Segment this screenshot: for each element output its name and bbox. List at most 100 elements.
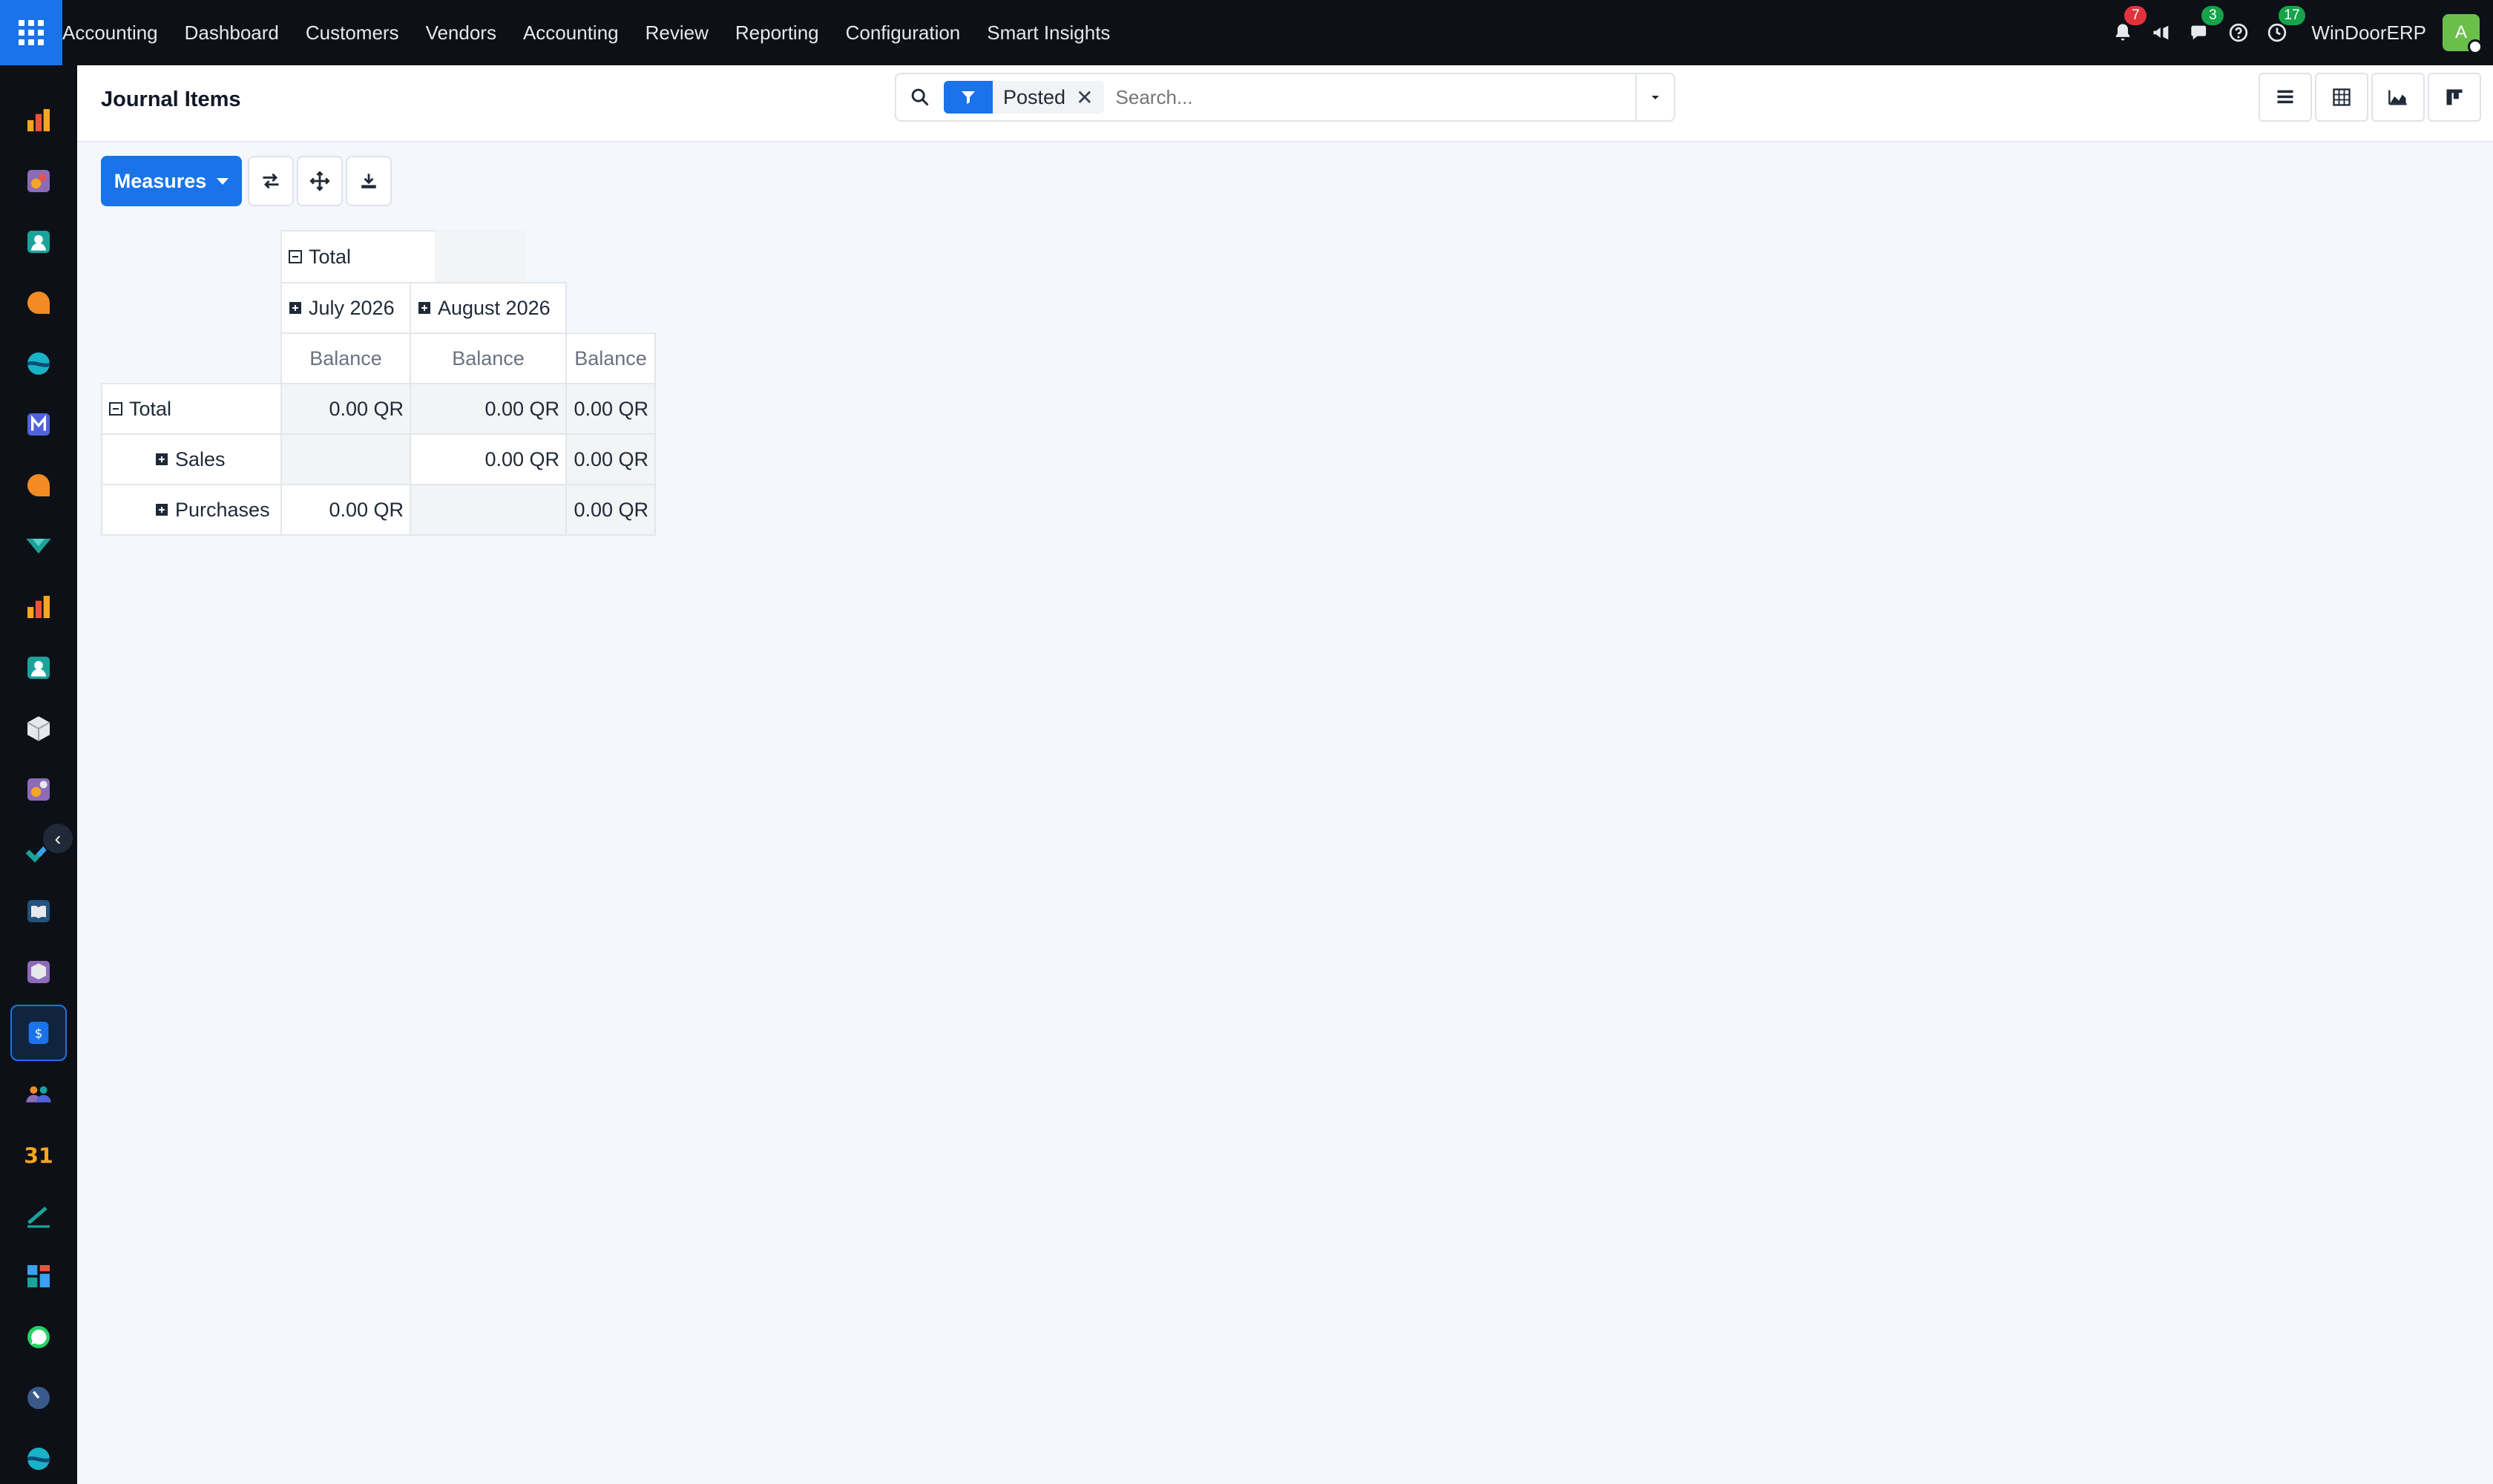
pivot-cell[interactable]: 0.00 QR	[280, 383, 411, 435]
sidebar-app-website[interactable]	[10, 335, 67, 392]
plus-square-icon	[418, 302, 430, 314]
activities-button[interactable]: 17	[2258, 0, 2305, 65]
measures-dropdown-button[interactable]: Measures	[101, 156, 242, 206]
menu-dashboard[interactable]: Dashboard	[171, 0, 292, 65]
pivot-cell[interactable]: 0.00 QR	[280, 484, 411, 536]
menu-app-name[interactable]: Accounting	[62, 0, 171, 65]
systray: 7 3 17 WinDoorERP A	[2103, 0, 2493, 65]
sidebar-app-purchase[interactable]	[10, 944, 67, 1000]
timesheet-icon	[27, 1387, 50, 1409]
accounting-icon: $	[28, 1022, 49, 1044]
sidebar-app-contacts[interactable]	[10, 214, 67, 270]
pivot-col-header-label: August 2026	[438, 296, 551, 319]
pivot-row-label: Purchases	[175, 498, 270, 521]
employees-icon	[27, 657, 50, 679]
main-menu: Accounting Dashboard Customers Vendors A…	[62, 0, 1123, 65]
company-switcher[interactable]: WinDoorERP	[2311, 22, 2426, 45]
pivot-row-header-sales[interactable]: Sales	[101, 433, 282, 485]
sidebar-app-email-marketing[interactable]	[10, 396, 67, 453]
spreadsheet-icon	[27, 1265, 50, 1287]
sidebar-app-inventory[interactable]	[10, 700, 67, 757]
announcements-button[interactable]	[2142, 0, 2181, 65]
pivot-cell-total[interactable]: 0.00 QR	[565, 383, 656, 435]
pivot-cell[interactable]: 0.00 QR	[410, 433, 567, 485]
menu-reporting[interactable]: Reporting	[722, 0, 832, 65]
livechat-icon	[27, 474, 50, 496]
sidebar-app-dashboard[interactable]	[10, 579, 67, 635]
kanban-view-button[interactable]	[2428, 73, 2481, 122]
minus-square-icon	[109, 402, 122, 416]
sidebar-app-livechat[interactable]	[10, 457, 67, 513]
reports-icon	[27, 109, 50, 131]
sales-icon	[27, 170, 50, 192]
menu-customers[interactable]: Customers	[292, 0, 413, 65]
pivot-view-button[interactable]	[2315, 73, 2368, 122]
pivot-row-header-purchases[interactable]: Purchases	[101, 484, 282, 536]
sidebar-app-website-2[interactable]	[10, 1431, 67, 1484]
sidebar-app-calendar[interactable]: 31	[10, 1126, 67, 1183]
pivot-cell-total[interactable]: 0.00 QR	[565, 484, 656, 536]
notifications-button[interactable]: 7	[2103, 0, 2147, 65]
search-button[interactable]	[896, 74, 944, 120]
sidebar-app-spreadsheet[interactable]	[10, 1248, 67, 1304]
sidebar-app-discuss[interactable]	[10, 275, 67, 331]
sidebar-app-sales[interactable]	[10, 153, 67, 209]
menu-smart-insights[interactable]: Smart Insights	[973, 0, 1123, 65]
pivot-cell[interactable]	[280, 433, 411, 485]
pivot-cell[interactable]: 0.00 QR	[410, 383, 567, 435]
app-sidebar: $ 31 ‹	[0, 65, 77, 1484]
menu-vendors[interactable]: Vendors	[413, 0, 510, 65]
pivot-col-header-july[interactable]: July 2026	[280, 282, 411, 334]
email-marketing-icon	[27, 413, 50, 436]
search-input[interactable]	[1103, 75, 1635, 119]
sidebar-app-manufacturing[interactable]	[10, 761, 67, 818]
minus-square-icon	[289, 250, 302, 263]
search-options-toggle[interactable]	[1635, 74, 1674, 120]
measures-label: Measures	[114, 169, 207, 192]
user-avatar[interactable]: A	[2443, 14, 2483, 54]
pivot-measure-header[interactable]: Balance	[565, 332, 656, 384]
sidebar-app-whatsapp[interactable]	[10, 1309, 67, 1365]
view-switcher	[2256, 73, 2481, 122]
sidebar-app-reports[interactable]	[10, 92, 67, 148]
download-button[interactable]	[346, 156, 392, 206]
pivot-measure-header[interactable]: Balance	[280, 332, 411, 384]
help-button[interactable]	[2219, 0, 2258, 65]
caret-down-icon	[1652, 96, 1659, 99]
pivot-col-header-total[interactable]: Total	[280, 230, 436, 283]
chevron-left-icon: ‹	[54, 827, 62, 850]
facet-remove-button[interactable]: ✕	[1076, 85, 1103, 110]
menu-review[interactable]: Review	[632, 0, 722, 65]
sidebar-app-project[interactable]	[10, 518, 67, 574]
contacts-icon	[27, 231, 50, 253]
dashboard-icon	[27, 596, 50, 618]
graph-view-button[interactable]	[2371, 73, 2425, 122]
facet-label: Posted	[1003, 85, 1066, 108]
app-switcher-button[interactable]	[0, 0, 62, 65]
flip-axis-button[interactable]	[248, 156, 294, 206]
sidebar-app-team[interactable]	[10, 1066, 67, 1122]
menu-accounting[interactable]: Accounting	[510, 0, 632, 65]
megaphone-icon	[2153, 25, 2169, 40]
pivot-measure-header[interactable]: Balance	[410, 332, 567, 384]
pivot-cell-total[interactable]: 0.00 QR	[565, 433, 656, 485]
pivot-col-header-august[interactable]: August 2026	[410, 282, 567, 334]
expand-all-button[interactable]	[297, 156, 343, 206]
sidebar-app-sign[interactable]	[10, 1187, 67, 1244]
pivot-row-header-total[interactable]: Total	[101, 383, 282, 435]
pivot-cell[interactable]	[410, 484, 567, 536]
menu-configuration[interactable]: Configuration	[832, 0, 974, 65]
clock-icon	[2268, 23, 2287, 42]
pivot-row-label: Sales	[175, 447, 226, 470]
sidebar-app-employees[interactable]	[10, 640, 67, 696]
sidebar-app-knowledge[interactable]	[10, 883, 67, 939]
messages-button[interactable]: 3	[2181, 0, 2224, 65]
svg-text:$: $	[35, 1027, 43, 1041]
presence-dot	[2468, 39, 2483, 54]
whatsapp-icon	[27, 1326, 50, 1348]
sidebar-app-accounting[interactable]: $	[10, 1005, 67, 1061]
list-view-button[interactable]	[2259, 73, 2312, 122]
sidebar-app-timesheet[interactable]	[10, 1370, 67, 1426]
pivot-row-label: Total	[129, 397, 172, 420]
sidebar-collapse-button[interactable]: ‹	[42, 822, 74, 855]
